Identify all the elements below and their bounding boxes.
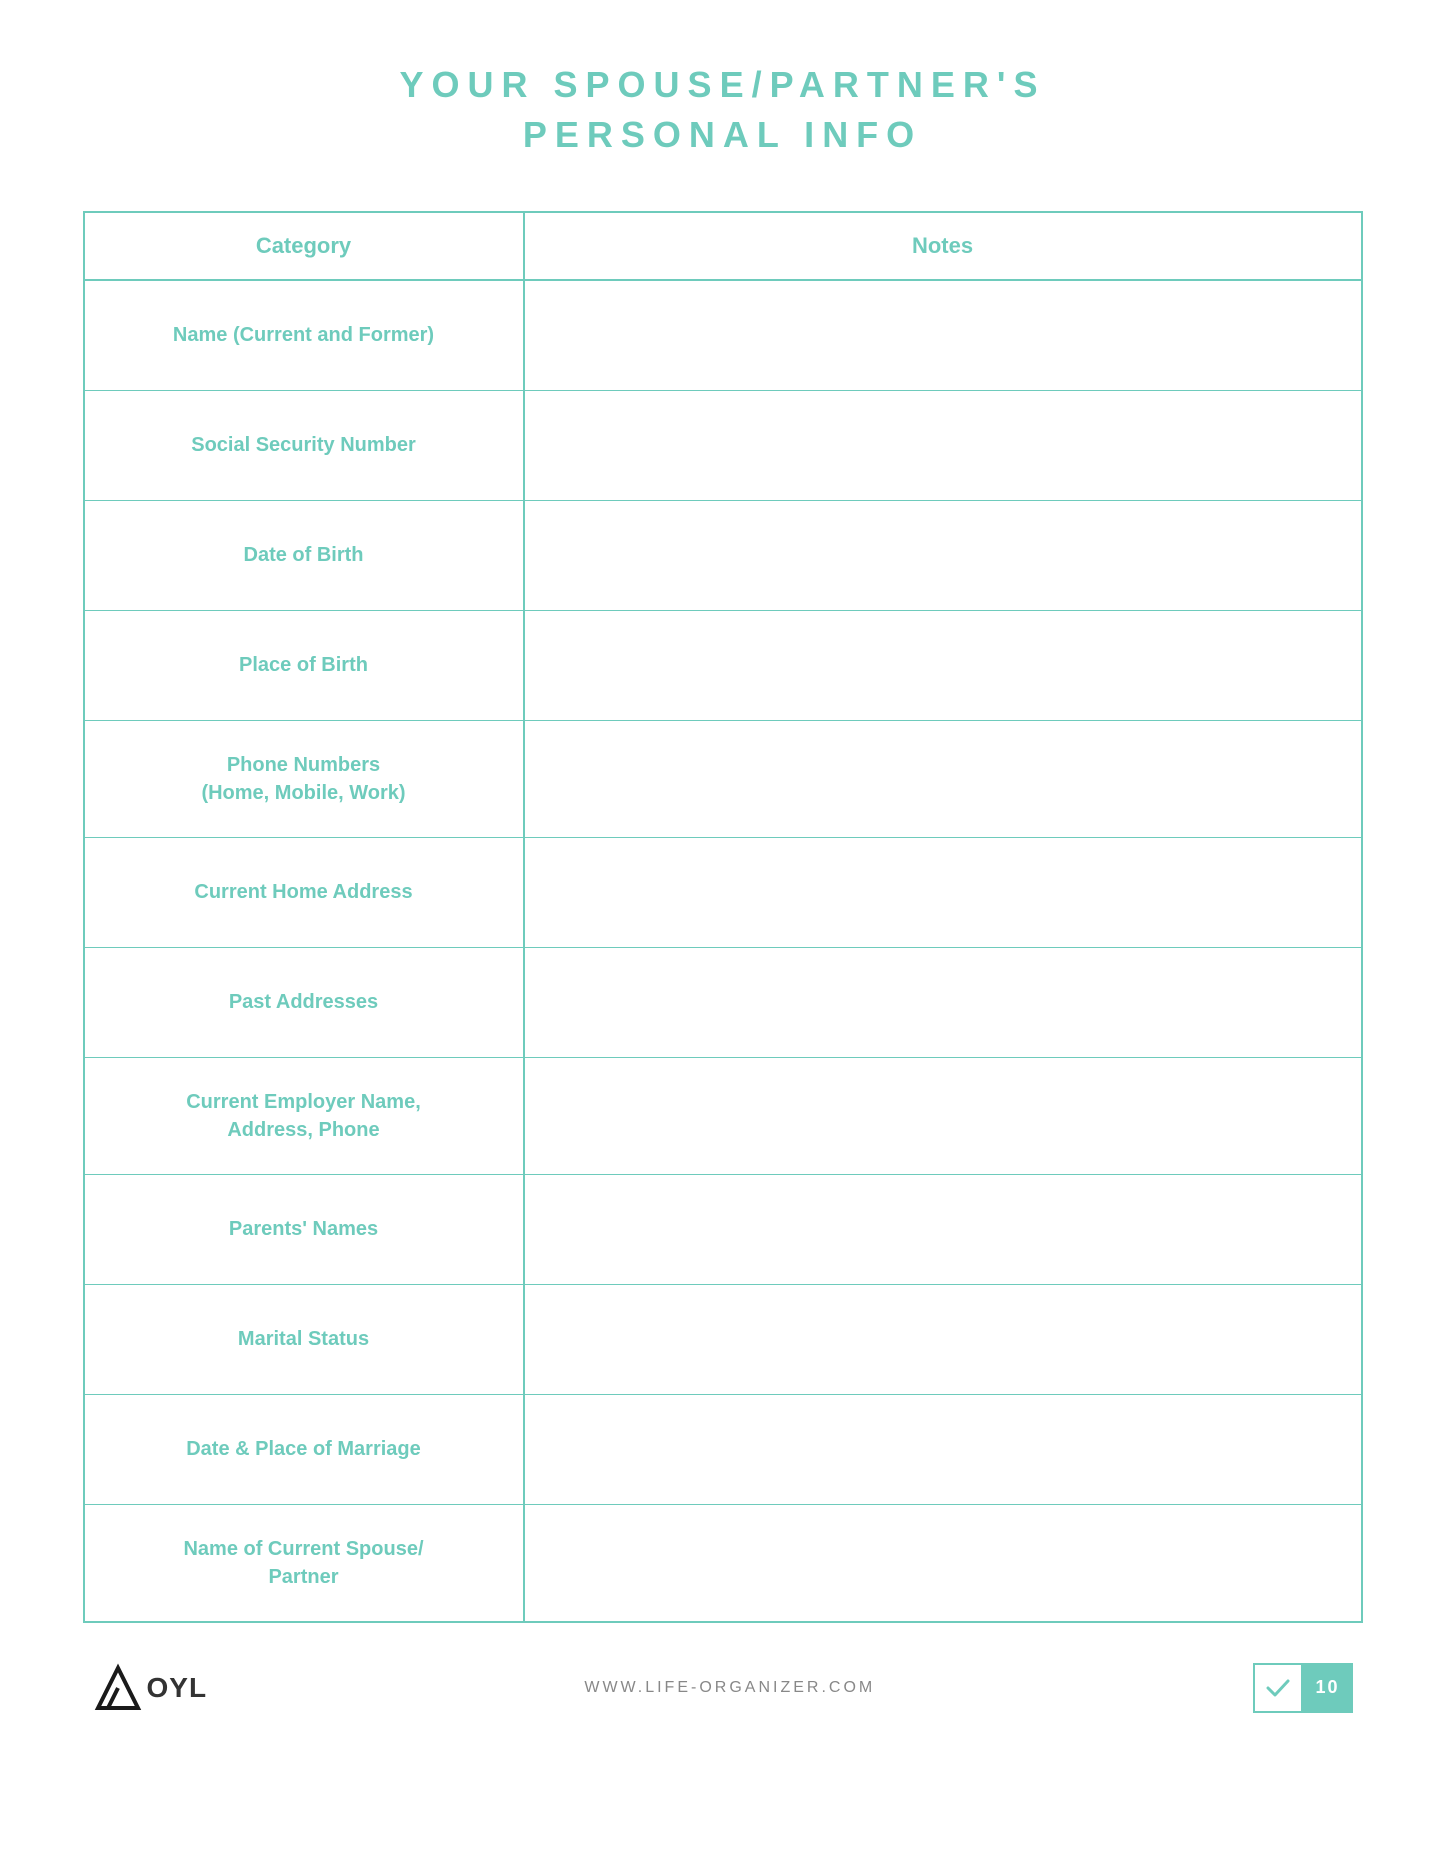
table-row: Past Addresses bbox=[85, 948, 1361, 1058]
table-header: Category Notes bbox=[85, 213, 1361, 281]
table-row: Name (Current and Former) bbox=[85, 281, 1361, 391]
category-ssn: Social Security Number bbox=[85, 391, 525, 500]
table-row: Social Security Number bbox=[85, 391, 1361, 501]
page-number-box: 10 bbox=[1253, 1663, 1353, 1713]
notes-ssn bbox=[525, 391, 1361, 500]
notes-past-addresses bbox=[525, 948, 1361, 1057]
notes-home-address bbox=[525, 838, 1361, 947]
notes-parents bbox=[525, 1175, 1361, 1284]
notes-spouse-name bbox=[525, 1505, 1361, 1621]
table-row: Name of Current Spouse/Partner bbox=[85, 1505, 1361, 1621]
table-row: Parents' Names bbox=[85, 1175, 1361, 1285]
category-pob: Place of Birth bbox=[85, 611, 525, 720]
table-row: Current Home Address bbox=[85, 838, 1361, 948]
info-table: Category Notes Name (Current and Former)… bbox=[83, 211, 1363, 1623]
category-dob: Date of Birth bbox=[85, 501, 525, 610]
footer-url: WWW.LIFE-ORGANIZER.COM bbox=[584, 1679, 875, 1697]
logo: OYL bbox=[93, 1663, 208, 1713]
checkmark-box bbox=[1253, 1663, 1303, 1713]
table-row: Current Employer Name,Address, Phone bbox=[85, 1058, 1361, 1175]
notes-marriage-date bbox=[525, 1395, 1361, 1504]
logo-text: OYL bbox=[147, 1672, 208, 1704]
notes-header: Notes bbox=[525, 213, 1361, 279]
category-phone: Phone Numbers(Home, Mobile, Work) bbox=[85, 721, 525, 837]
title-line2: PERSONAL INFO bbox=[523, 114, 922, 155]
notes-marital-status bbox=[525, 1285, 1361, 1394]
notes-dob bbox=[525, 501, 1361, 610]
table-row: Date of Birth bbox=[85, 501, 1361, 611]
table-row: Place of Birth bbox=[85, 611, 1361, 721]
category-parents: Parents' Names bbox=[85, 1175, 525, 1284]
logo-icon bbox=[93, 1663, 143, 1713]
category-marriage-date: Date & Place of Marriage bbox=[85, 1395, 525, 1504]
category-employer: Current Employer Name,Address, Phone bbox=[85, 1058, 525, 1174]
notes-employer bbox=[525, 1058, 1361, 1174]
table-row: Date & Place of Marriage bbox=[85, 1395, 1361, 1505]
page-number: 10 bbox=[1303, 1663, 1353, 1713]
category-home-address: Current Home Address bbox=[85, 838, 525, 947]
checkmark-icon bbox=[1264, 1674, 1292, 1702]
category-spouse-name: Name of Current Spouse/Partner bbox=[85, 1505, 525, 1621]
notes-phone bbox=[525, 721, 1361, 837]
category-marital-status: Marital Status bbox=[85, 1285, 525, 1394]
category-header: Category bbox=[85, 213, 525, 279]
title-line1: YOUR SPOUSE/PARTNER'S bbox=[400, 64, 1046, 105]
table-row: Phone Numbers(Home, Mobile, Work) bbox=[85, 721, 1361, 838]
notes-name bbox=[525, 281, 1361, 390]
category-name: Name (Current and Former) bbox=[85, 281, 525, 390]
footer: OYL WWW.LIFE-ORGANIZER.COM 10 bbox=[83, 1663, 1363, 1713]
notes-pob bbox=[525, 611, 1361, 720]
category-past-addresses: Past Addresses bbox=[85, 948, 525, 1057]
table-row: Marital Status bbox=[85, 1285, 1361, 1395]
page-title: YOUR SPOUSE/PARTNER'S PERSONAL INFO bbox=[400, 60, 1046, 161]
